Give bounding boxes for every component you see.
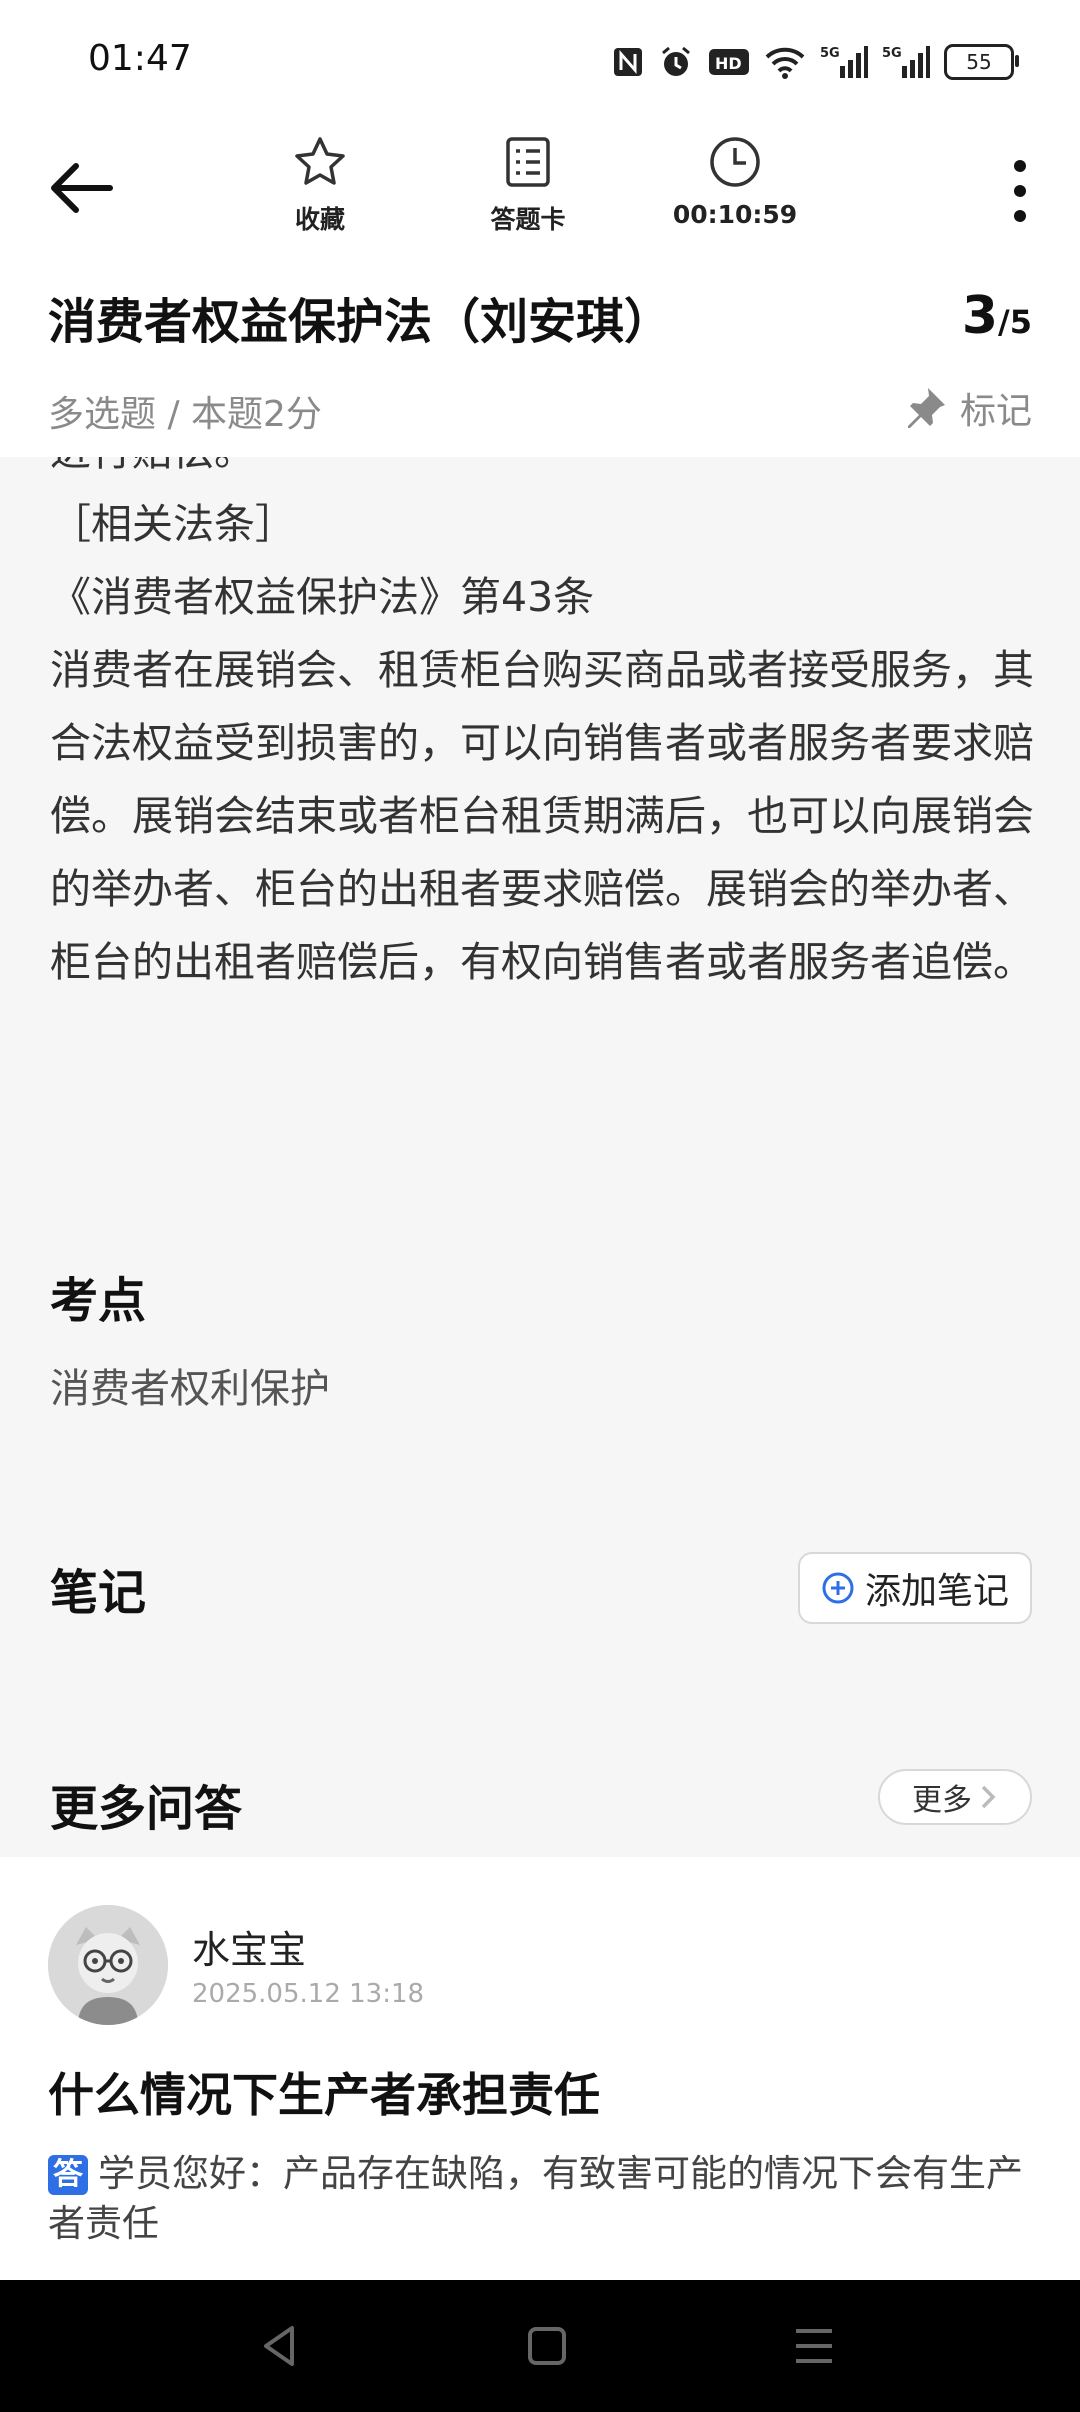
qa-card[interactable]: 水宝宝 2025.05.12 13:18 什么情况下生产者承担责任 答学员您好：…: [0, 1857, 1080, 2280]
status-bar: 01:47 HD 5G 5G 55: [0, 0, 1080, 120]
timer-value: 00:10:59: [672, 200, 798, 229]
question-total: /5: [998, 303, 1032, 341]
qa-answer: 答学员您好：产品存在缺陷，有致害可能的情况下会有生产者责任: [48, 2149, 1038, 2249]
notes-title: 笔记: [50, 1565, 147, 1621]
analysis-text: 进行赔偿。 ［相关法条］ 《消费者权益保护法》第43条 消费者在展销会、租赁柜台…: [50, 457, 1040, 999]
system-nav-bar: [0, 2280, 1080, 2412]
pin-icon: [907, 388, 945, 428]
question-current: 3: [961, 286, 999, 346]
qa-question[interactable]: 什么情况下生产者承担责任: [48, 2059, 600, 2125]
more-label: 更多: [912, 1783, 972, 1818]
answer-sheet-icon: [506, 137, 550, 187]
wifi-icon: [764, 45, 806, 79]
analysis-paragraph: 消费者在展销会、租赁柜台购买商品或者接受服务，其合法权益受到损害的，可以向销售者…: [50, 646, 1034, 986]
exam-point-text: 消费者权利保护: [50, 1366, 330, 1412]
more-qa-title: 更多问答: [50, 1781, 243, 1837]
nfc-icon: [612, 46, 644, 78]
question-title: 消费者权益保护法（刘安琪）: [48, 294, 673, 350]
avatar-character-icon: [48, 1905, 168, 2025]
post-time: 2025.05.12 13:18: [192, 1979, 425, 2009]
analysis-paragraph: 《消费者权益保护法》第43条: [50, 573, 595, 621]
network-label: 5G: [882, 46, 902, 61]
battery-indicator: 55: [944, 44, 1019, 80]
favorite-label: 收藏: [294, 205, 345, 234]
status-time: 01:47: [88, 38, 192, 79]
top-toolbar: 收藏 答题卡 00:10:59: [0, 120, 1080, 260]
nav-home-button[interactable]: [517, 2316, 577, 2376]
analysis-paragraph: 进行赔偿。: [50, 457, 1040, 488]
signal-5g-icon: 5G: [882, 44, 930, 80]
clock-icon: [710, 137, 760, 187]
network-label: 5G: [820, 46, 840, 61]
analysis-content: 进行赔偿。 ［相关法条］ 《消费者权益保护法》第43条 消费者在展销会、租赁柜台…: [0, 457, 1080, 1857]
more-qa-button[interactable]: 更多: [878, 1769, 1032, 1825]
more-menu-button[interactable]: [1000, 156, 1040, 226]
back-button[interactable]: [46, 158, 116, 218]
mark-button[interactable]: 标记: [902, 382, 1032, 434]
triangle-back-icon: [264, 2326, 294, 2366]
square-home-icon: [528, 2327, 566, 2365]
alarm-icon: [658, 44, 694, 80]
add-note-label: 添加笔记: [864, 1571, 1009, 1612]
signal-5g-icon: 5G: [820, 44, 868, 80]
nav-recents-button[interactable]: [784, 2316, 844, 2376]
menu-lines-icon: [796, 2329, 832, 2363]
plus-circle-icon: [822, 1572, 854, 1604]
timer[interactable]: 00:10:59: [672, 134, 798, 229]
nav-back-button[interactable]: [250, 2316, 310, 2376]
exam-point-title: 考点: [50, 1273, 147, 1329]
add-note-button[interactable]: 添加笔记: [798, 1552, 1032, 1624]
answer-badge: 答: [48, 2155, 88, 2195]
chevron-right-icon: [981, 1785, 996, 1809]
favorite-button[interactable]: 收藏: [282, 134, 358, 236]
hd-label: HD: [715, 54, 742, 73]
mark-label: 标记: [959, 391, 1032, 432]
analysis-paragraph: ［相关法条］: [50, 500, 296, 548]
hd-icon: HD: [708, 46, 750, 78]
avatar[interactable]: [48, 1905, 168, 2025]
answer-card-label: 答题卡: [490, 205, 566, 234]
status-icons: HD 5G 5G 55: [612, 40, 1019, 84]
question-counter: 3/5: [962, 286, 1032, 346]
back-arrow-icon: [51, 163, 113, 213]
qa-answer-text: 学员您好：产品存在缺陷，有致害可能的情况下会有生产者责任: [48, 2152, 1023, 2245]
star-icon: [295, 137, 345, 185]
more-vertical-icon: [1014, 160, 1026, 222]
question-meta: 多选题 / 本题2分: [48, 394, 322, 435]
user-name: 水宝宝: [192, 1928, 307, 1972]
answer-card-button[interactable]: 答题卡: [478, 134, 578, 236]
